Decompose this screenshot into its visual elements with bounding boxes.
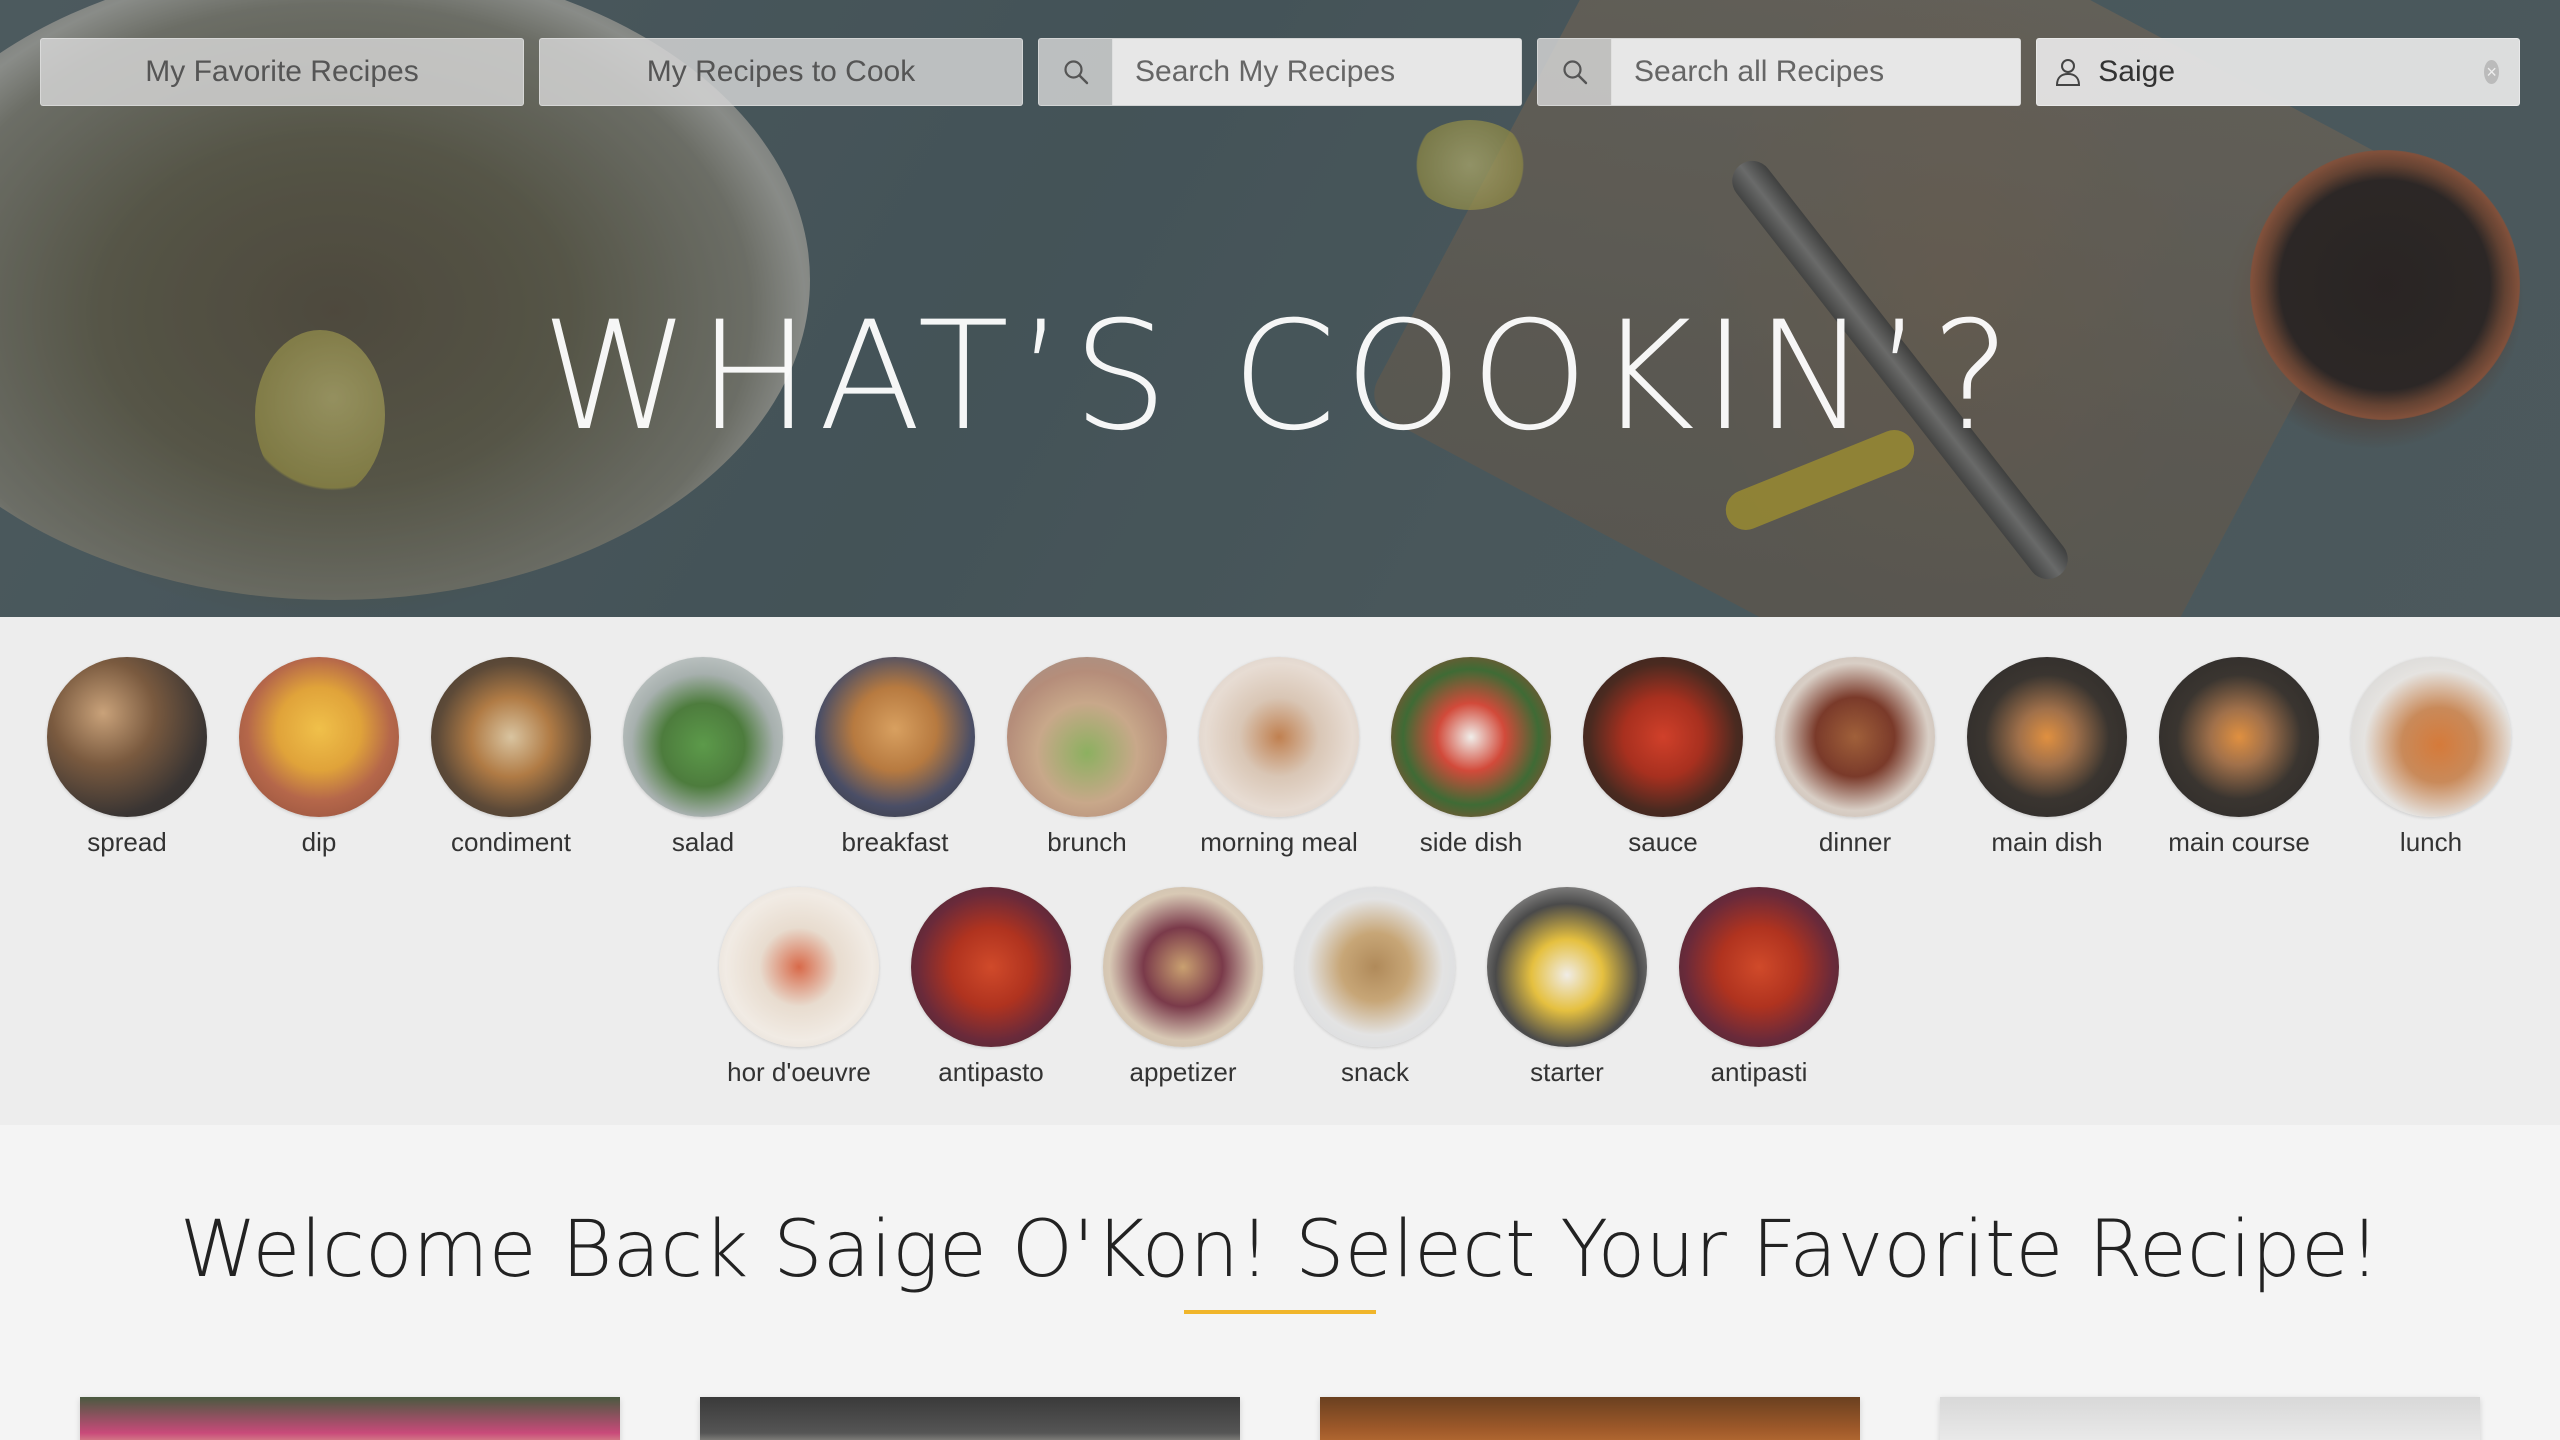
category-thumbnail-image [1487, 887, 1647, 1047]
category-thumbnail-image [1007, 657, 1167, 817]
recipe-card[interactable] [80, 1397, 620, 1440]
category-label: antipasto [938, 1057, 1044, 1087]
category-item[interactable]: spread [31, 657, 223, 858]
category-thumbnail-image [1199, 657, 1359, 817]
category-item[interactable]: condiment [415, 657, 607, 858]
search-all-recipes-field[interactable] [1537, 38, 2021, 106]
category-thumbnail-image [1391, 657, 1551, 817]
category-label: morning meal [1200, 827, 1358, 857]
category-item[interactable]: dinner [1759, 657, 1951, 858]
category-item[interactable]: antipasto [895, 887, 1087, 1088]
category-item[interactable]: sauce [1567, 657, 1759, 858]
hero-title: WHAT’S COOKIN’? [541, 290, 2019, 464]
category-thumbnail-image [2351, 657, 2511, 817]
category-item[interactable]: snack [1279, 887, 1471, 1088]
category-thumbnail-image [1679, 887, 1839, 1047]
category-item[interactable]: starter [1471, 887, 1663, 1088]
recipe-card[interactable] [1320, 1397, 1860, 1440]
user-select-input[interactable] [2098, 39, 2485, 105]
category-thumbnail-image [239, 657, 399, 817]
category-label: antipasti [1710, 1057, 1808, 1087]
recipe-card[interactable] [700, 1397, 1240, 1440]
category-item[interactable]: side dish [1375, 657, 1567, 858]
category-label: dinner [1818, 827, 1892, 857]
category-label: snack [1341, 1057, 1409, 1087]
category-item[interactable]: dip [223, 657, 415, 858]
recipe-card[interactable] [1940, 1397, 2480, 1440]
category-item[interactable]: main dish [1951, 657, 2143, 858]
heading-underline [1184, 1310, 1376, 1314]
category-label: dip [301, 827, 337, 857]
category-item[interactable]: hor d'oeuvre [703, 887, 895, 1088]
category-item[interactable]: appetizer [1087, 887, 1279, 1088]
user-select-field[interactable]: × [2036, 38, 2520, 106]
category-thumbnail-image [1583, 657, 1743, 817]
search-icon [1039, 39, 1113, 105]
category-label: spread [87, 827, 167, 857]
category-label: brunch [1047, 827, 1127, 857]
category-thumbnail-image [911, 887, 1071, 1047]
category-item[interactable]: lunch [2335, 657, 2527, 858]
category-label: sauce [1628, 827, 1698, 857]
search-all-recipes-input[interactable] [1612, 39, 2020, 105]
category-label: main course [2168, 827, 2310, 857]
category-thumbnail-image [2159, 657, 2319, 817]
category-thumbnail-image [719, 887, 879, 1047]
category-label: side dish [1419, 827, 1523, 857]
category-label: condiment [451, 827, 571, 857]
search-icon [1538, 39, 1612, 105]
my-favorite-recipes-button[interactable]: My Favorite Recipes [40, 38, 524, 106]
category-item[interactable]: antipasti [1663, 887, 1855, 1088]
welcome-heading: Welcome Back Saige O'Kon! Select Your Fa… [179, 1205, 2381, 1295]
category-thumbnail-image [47, 657, 207, 817]
category-thumbnail-image [1103, 887, 1263, 1047]
category-label: appetizer [1129, 1057, 1237, 1087]
category-item[interactable]: salad [607, 657, 799, 858]
category-thumbnail-image [431, 657, 591, 817]
search-my-recipes-input[interactable] [1113, 39, 1521, 105]
category-label: breakfast [841, 827, 949, 857]
category-label: starter [1530, 1057, 1604, 1087]
category-item[interactable]: breakfast [799, 657, 991, 858]
category-thumbnail-image [815, 657, 975, 817]
my-favorite-recipes-label: My Favorite Recipes [145, 55, 419, 88]
category-thumbnail-image [1295, 887, 1455, 1047]
category-label: main dish [1991, 827, 2103, 857]
user-icon [2037, 39, 2098, 105]
category-item[interactable]: brunch [991, 657, 1183, 858]
search-my-recipes-field[interactable] [1038, 38, 1522, 106]
category-thumbnail-image [1967, 657, 2127, 817]
category-label: hor d'oeuvre [727, 1057, 871, 1087]
category-label: lunch [2399, 827, 2463, 857]
category-thumbnail-image [1775, 657, 1935, 817]
clear-icon[interactable]: × [2484, 60, 2499, 84]
category-label: salad [671, 827, 735, 857]
category-thumbnail-image [623, 657, 783, 817]
my-recipes-to-cook-label: My Recipes to Cook [646, 55, 916, 88]
category-item[interactable]: morning meal [1183, 657, 1375, 858]
category-item[interactable]: main course [2143, 657, 2335, 858]
my-recipes-to-cook-button[interactable]: My Recipes to Cook [539, 38, 1023, 106]
